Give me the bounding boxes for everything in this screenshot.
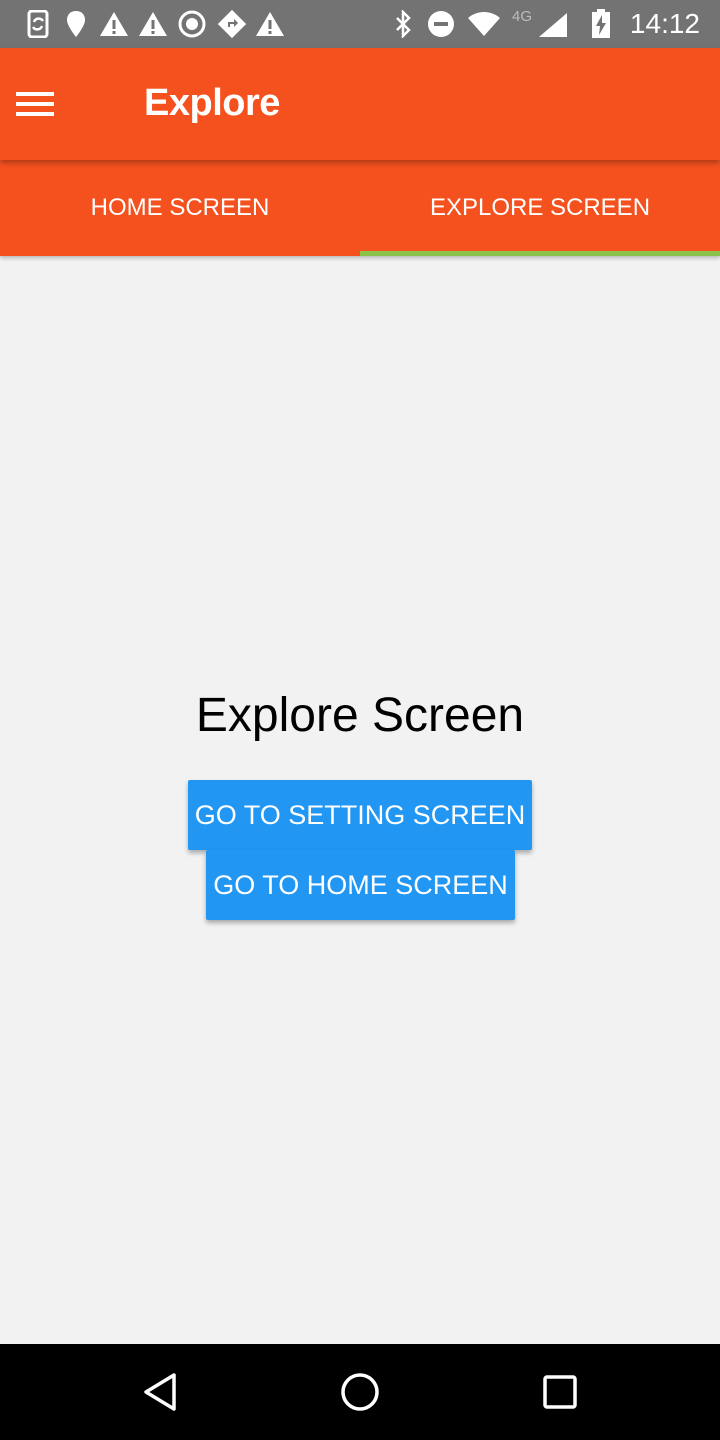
status-bar: 4G 14:12 — [0, 0, 720, 48]
menu-button[interactable] — [8, 76, 64, 132]
recents-icon — [543, 1375, 577, 1409]
record-icon — [176, 10, 208, 38]
warning-icon — [98, 10, 130, 38]
location-pin-icon — [64, 10, 88, 38]
main-content: Explore Screen GO TO SETTING SCREEN GO T… — [0, 256, 720, 1344]
go-to-home-screen-button[interactable]: GO TO HOME SCREEN — [206, 850, 515, 920]
cellular-signal-icon: 4G — [510, 8, 570, 38]
tab-indicator — [360, 251, 720, 256]
hamburger-menu-icon — [16, 92, 54, 116]
network-type-label: 4G — [512, 8, 533, 25]
tab-home-screen[interactable]: HOME SCREEN — [0, 160, 360, 256]
app-bar: Explore — [0, 48, 720, 160]
go-to-setting-screen-button[interactable]: GO TO SETTING SCREEN — [188, 780, 532, 850]
screen-title: Explore Screen — [195, 689, 525, 742]
warning-icon — [137, 10, 169, 38]
battery-charging-icon — [590, 9, 612, 38]
button-label: GO TO SETTING SCREEN — [194, 799, 526, 830]
navigation-bar — [0, 1344, 720, 1440]
button-label: GO TO HOME SCREEN — [213, 869, 508, 900]
back-icon — [144, 1373, 176, 1411]
tab-label: EXPLORE SCREEN — [429, 194, 651, 221]
clock: 14:12 — [629, 8, 700, 39]
back-button[interactable] — [128, 1364, 192, 1420]
recents-button[interactable] — [528, 1364, 592, 1420]
home-button[interactable] — [328, 1364, 392, 1420]
tab-label: HOME SCREEN — [90, 194, 270, 221]
do-not-disturb-icon — [426, 10, 456, 38]
warning-icon — [254, 10, 286, 38]
bluetooth-icon — [392, 10, 414, 38]
tab-bar: HOME SCREEN EXPLORE SCREEN — [0, 160, 720, 256]
home-icon — [341, 1373, 379, 1411]
navigation-icon — [216, 10, 248, 38]
app-title: Explore — [144, 82, 280, 124]
tab-explore-screen[interactable]: EXPLORE SCREEN — [360, 160, 720, 256]
sync-phone-icon — [24, 10, 52, 38]
wifi-icon — [466, 10, 502, 38]
